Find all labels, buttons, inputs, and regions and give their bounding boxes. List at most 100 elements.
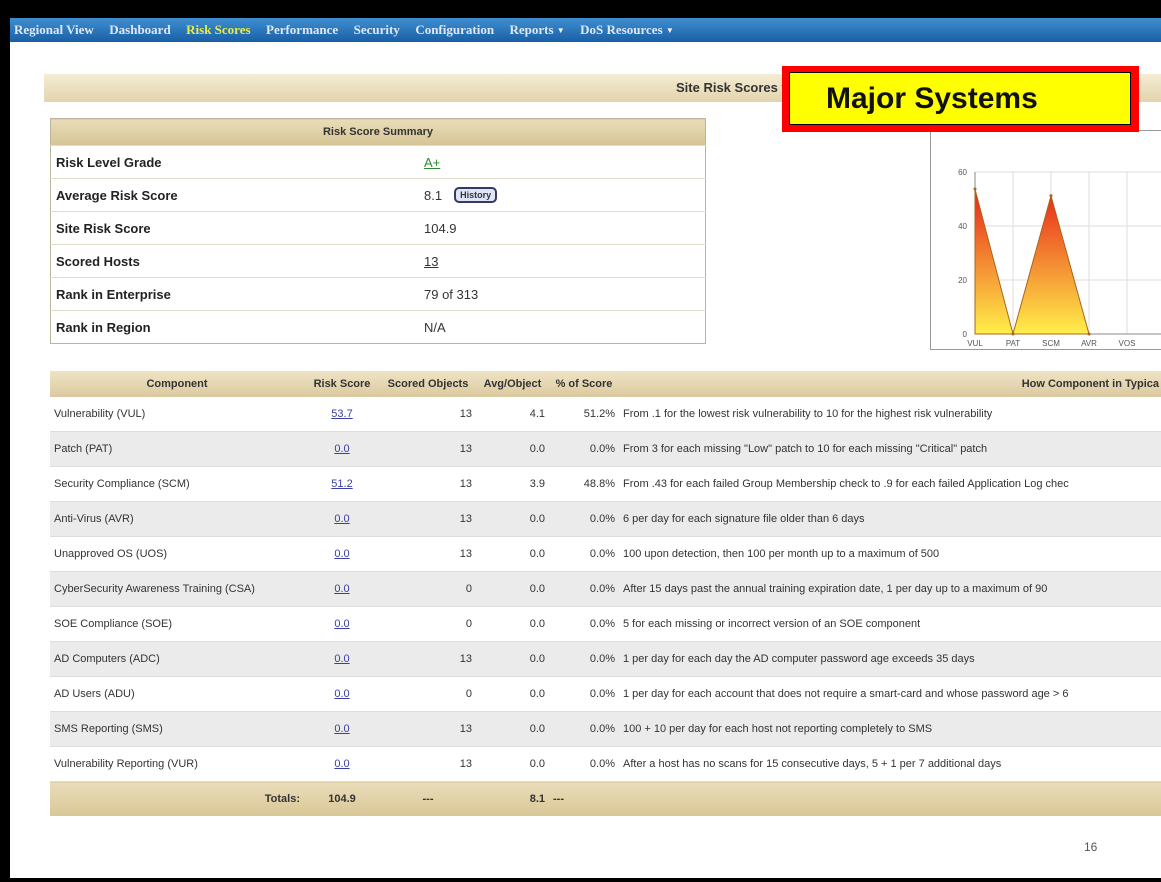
page-title: Site Risk Scores for — [676, 80, 799, 95]
component-name: Vulnerability (VUL) — [50, 397, 304, 432]
summary-row-rank-enterprise: Rank in Enterprise 79 of 313 — [50, 277, 706, 311]
nav-dashboard[interactable]: Dashboard — [109, 18, 170, 42]
scored-objects: 13 — [380, 536, 476, 572]
y-tick-label: 20 — [958, 276, 967, 285]
risk-score-cell: 0.0 — [304, 431, 380, 467]
browser-content: Regional View Dashboard Risk Scores Perf… — [10, 18, 1161, 878]
risk-score-link[interactable]: 0.0 — [334, 618, 349, 630]
nav-reports-label: Reports — [509, 22, 554, 37]
calculation-description: From .43 for each failed Group Membershi… — [619, 466, 1161, 502]
risk-score-cell: 0.0 — [304, 571, 380, 607]
percent-of-score: 0.0% — [549, 606, 619, 642]
risk-score-link[interactable]: 0.0 — [334, 723, 349, 735]
x-tick-label: SCM — [1042, 339, 1060, 348]
risk-score-chart: 6040200VULPATSCMAVRVOSC — [958, 168, 1161, 348]
calculation-description: 100 upon detection, then 100 per month u… — [619, 536, 1161, 572]
risk-score-cell: 0.0 — [304, 746, 380, 782]
summary-row-rank-region: Rank in Region N/A — [50, 310, 706, 344]
percent-of-score: 0.0% — [549, 501, 619, 537]
avg-per-object: 0.0 — [476, 711, 549, 747]
table-row: AD Users (ADU) 0.0 0 0.0 0.0% 1 per day for e… — [50, 676, 1161, 712]
risk-score-cell: 51.2 — [304, 466, 380, 502]
data-point — [1011, 332, 1015, 336]
totals-label: Totals: — [50, 781, 304, 816]
component-table: Component Risk Score Scored Objects Avg/… — [50, 371, 1161, 816]
risk-score-cell: 0.0 — [304, 606, 380, 642]
risk-score-cell: 0.0 — [304, 641, 380, 677]
percent-of-score: 0.0% — [549, 571, 619, 607]
summary-row-average: Average Risk Score 8.1 History — [50, 178, 706, 212]
risk-area-series — [974, 188, 1090, 336]
calculation-description: 1 per day for each account that does not… — [619, 676, 1161, 712]
chevron-down-icon: ▼ — [556, 26, 565, 35]
component-name: Anti-Virus (AVR) — [50, 501, 304, 537]
scored-objects: 0 — [380, 571, 476, 607]
avg-per-object: 0.0 — [476, 606, 549, 642]
risk-score-link[interactable]: 53.7 — [331, 408, 352, 420]
calculation-description: From .1 for the lowest risk vulnerabilit… — [619, 397, 1161, 432]
risk-score-cell: 0.0 — [304, 501, 380, 537]
calculation-description: From 3 for each missing "Low" patch to 1… — [619, 431, 1161, 467]
scored-objects: 13 — [380, 466, 476, 502]
avg-per-object: 0.0 — [476, 536, 549, 572]
nav-regional-view[interactable]: Regional View — [14, 18, 94, 42]
summary-label: Risk Level Grade — [50, 145, 419, 179]
table-row: SOE Compliance (SOE) 0.0 0 0.0 0.0% 5 for eac… — [50, 606, 1161, 642]
risk-score-link[interactable]: 0.0 — [334, 583, 349, 595]
x-tick-label: PAT — [1006, 339, 1020, 348]
risk-score-link[interactable]: 0.0 — [334, 758, 349, 770]
totals-pct: --- — [549, 781, 619, 816]
risk-score-link[interactable]: 0.0 — [334, 688, 349, 700]
risk-score-link[interactable]: 0.0 — [334, 653, 349, 665]
table-row: SMS Reporting (SMS) 0.0 13 0.0 0.0% 100 + 10 … — [50, 711, 1161, 747]
avg-per-object: 0.0 — [476, 676, 549, 712]
avg-per-object: 0.0 — [476, 571, 549, 607]
component-name: Security Compliance (SCM) — [50, 466, 304, 502]
scored-hosts-link[interactable]: 13 — [424, 254, 438, 269]
percent-of-score: 0.0% — [549, 536, 619, 572]
percent-of-score: 48.8% — [549, 466, 619, 502]
avg-per-object: 4.1 — [476, 397, 549, 432]
col-header-avg-object[interactable]: Avg/Object — [476, 371, 549, 397]
risk-score-summary-table: Risk Score Summary Risk Level Grade A+ A… — [50, 118, 706, 344]
totals-spacer — [619, 781, 1161, 816]
percent-of-score: 0.0% — [549, 641, 619, 677]
x-tick-label: VUL — [967, 339, 983, 348]
data-point — [973, 187, 977, 191]
calculation-description: 5 for each missing or incorrect version … — [619, 606, 1161, 642]
totals-score: 104.9 — [304, 781, 380, 816]
component-name: Vulnerability Reporting (VUR) — [50, 746, 304, 782]
y-tick-label: 60 — [958, 168, 967, 177]
totals-row: Totals: 104.9 --- 8.1 --- — [50, 781, 1161, 816]
summary-label: Rank in Region — [50, 310, 419, 344]
risk-score-link[interactable]: 0.0 — [334, 548, 349, 560]
calculation-description: 100 + 10 per day for each host not repor… — [619, 711, 1161, 747]
percent-of-score: 0.0% — [549, 746, 619, 782]
col-header-scored-objects[interactable]: Scored Objects — [380, 371, 476, 397]
risk-grade-link[interactable]: A+ — [424, 155, 440, 170]
calculation-description: 1 per day for each day the AD computer p… — [619, 641, 1161, 677]
table-row: AD Computers (ADC) 0.0 13 0.0 0.0% 1 per day … — [50, 641, 1161, 677]
col-header-risk-score[interactable]: Risk Score — [304, 371, 380, 397]
calculation-description: After a host has no scans for 15 consecu… — [619, 746, 1161, 782]
avg-per-object: 0.0 — [476, 746, 549, 782]
summary-label: Site Risk Score — [50, 211, 419, 245]
col-header-how-calculated: How Component in Typica — [619, 371, 1161, 397]
history-button[interactable]: History — [454, 187, 498, 203]
scored-objects: 0 — [380, 676, 476, 712]
callout-box: Major Systems — [782, 66, 1139, 132]
col-header-component[interactable]: Component — [50, 371, 304, 397]
nav-performance[interactable]: Performance — [266, 18, 338, 42]
nav-configuration[interactable]: Configuration — [415, 18, 494, 42]
nav-risk-scores[interactable]: Risk Scores — [186, 18, 250, 42]
risk-score-link[interactable]: 0.0 — [334, 513, 349, 525]
nav-security[interactable]: Security — [354, 18, 400, 42]
risk-score-link[interactable]: 0.0 — [334, 443, 349, 455]
nav-dos-resources[interactable]: DoS Resources ▼ — [580, 18, 674, 42]
nav-reports[interactable]: Reports ▼ — [510, 18, 565, 42]
totals-avg: 8.1 — [476, 781, 549, 816]
col-header-pct-score[interactable]: % of Score — [549, 371, 619, 397]
component-name: CyberSecurity Awareness Training (CSA) — [50, 571, 304, 607]
risk-score-link[interactable]: 51.2 — [331, 478, 352, 490]
summary-row-grade: Risk Level Grade A+ — [50, 145, 706, 179]
